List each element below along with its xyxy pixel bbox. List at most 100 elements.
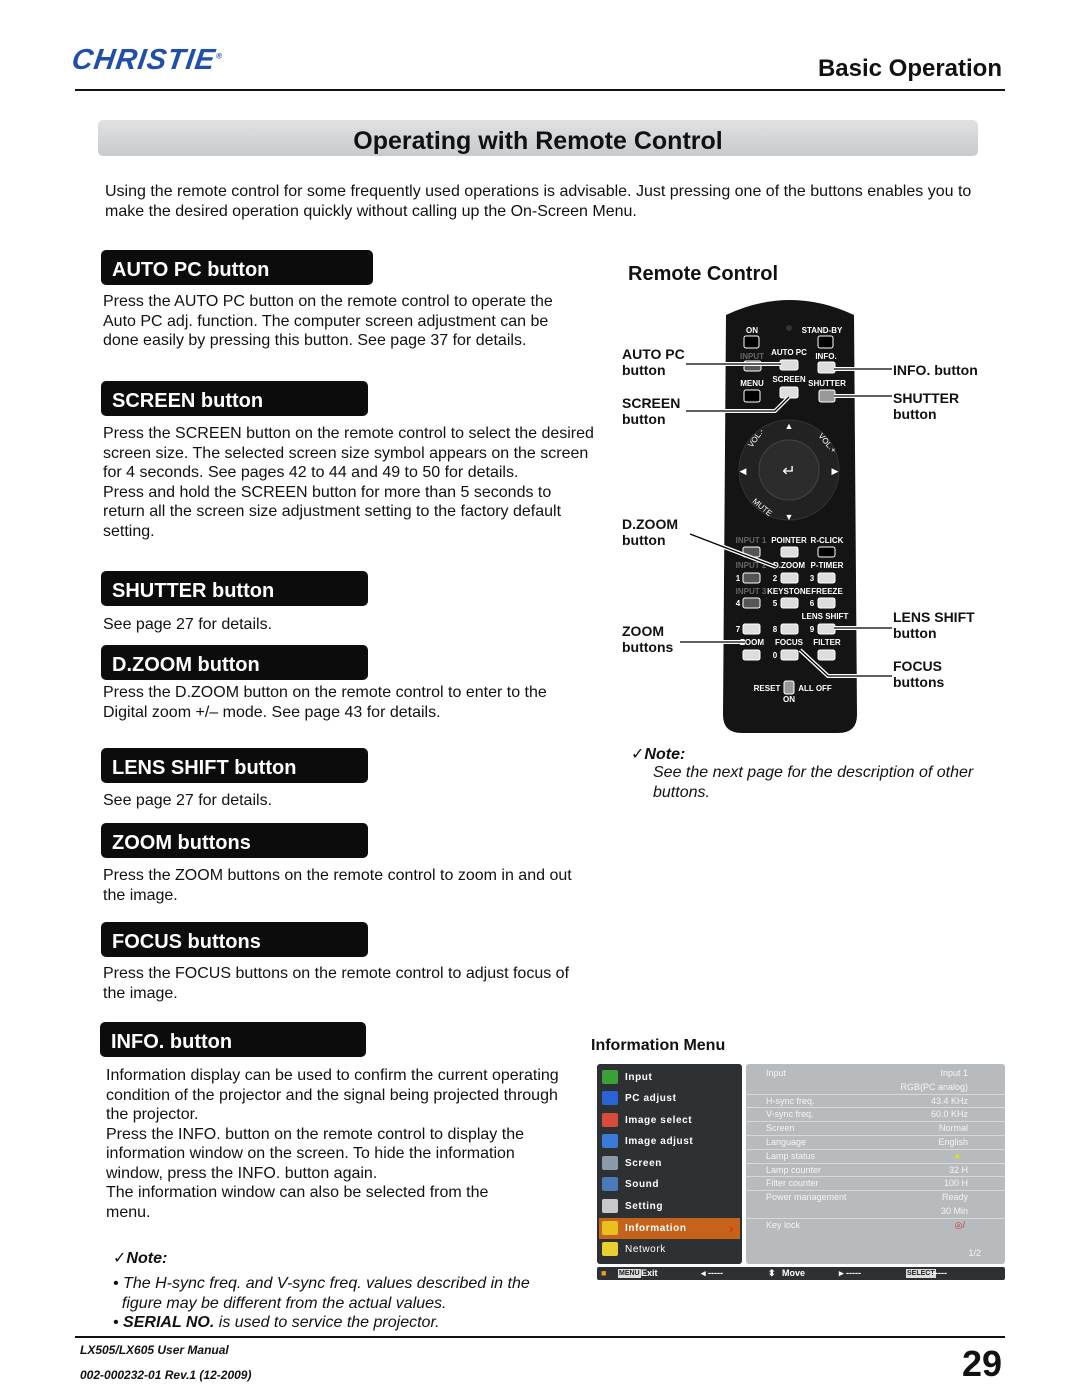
key-label: INFO. [815,352,836,361]
key-label: FREEZE [811,587,843,596]
screen-button [779,386,799,399]
footer-divider [75,1336,1005,1338]
callout-text: button [622,362,666,378]
key-label: FILTER [813,638,841,647]
shutter-button [818,389,836,403]
line: information window on the screen. To hid… [106,1145,515,1162]
info-text: Information display can be used to confi… [106,1066,559,1222]
zoom-text: Press the ZOOM buttons on the remote con… [103,866,572,905]
menu-item-input[interactable]: Input [599,1067,740,1088]
info-value: Input 1 [940,1068,968,1078]
check-icon: ✓ [631,746,645,763]
menu-label: Sound [625,1179,660,1190]
focus-text: Press the FOCUS buttons on the remote co… [103,964,569,1003]
callout-text: button [893,625,937,641]
select-label: ----- [932,1268,947,1278]
info-note-bullet-1: • The H-sync freq. and V-sync freq. valu… [113,1275,530,1312]
callout-zoom: ZOOM buttons [622,623,673,655]
up-down-icon: ⬍ [768,1268,776,1278]
line: the image. [103,984,178,1002]
right-label: ----- [846,1268,861,1278]
menu-button [743,389,761,403]
line: the projector. [106,1106,199,1123]
callout-screen: SCREEN button [622,395,680,427]
line: Press the FOCUS buttons on the remote co… [103,965,570,982]
bullet-bold: SERIAL NO. [123,1314,215,1331]
menu-label: Image adjust [625,1136,694,1147]
info-menu-title: Information Menu [591,1037,726,1054]
bullet-text: figure may be different from the actual … [121,1294,447,1312]
key-label: INPUT [740,352,764,361]
footer-manual: LX505/LX605 User Manual [80,1343,229,1357]
line: condition of the projector and the signa… [106,1086,558,1104]
key-label: 5 [773,599,778,608]
key-label: 0 [773,651,778,660]
menu-key: MENU [618,1269,641,1278]
callout-dzoom: D.ZOOM button [622,516,678,548]
callout-lens-shift: LENS SHIFT button [893,609,975,641]
left-arrow-icon: ◀ [740,466,747,476]
menu-item-network[interactable]: Network [599,1239,740,1260]
chevron-right-icon: › [729,1221,734,1236]
key-label: POINTER [771,536,807,545]
info-key: Input [766,1068,787,1078]
line: Information display can be used to confi… [106,1067,559,1084]
info-value: English [938,1137,968,1147]
callout-shutter: SHUTTER button [893,390,959,422]
callout-text: buttons [622,639,674,655]
key-label: SHUTTER [808,379,846,388]
key-label: 3 [810,574,815,583]
tools-icon [602,1199,618,1213]
menu-item-image-select[interactable]: Image select [599,1110,740,1131]
line: See page 27 for details. [103,792,273,809]
menu-item-image-adjust[interactable]: Image adjust [599,1131,740,1152]
right-arrow-icon: ▸ [839,1268,844,1278]
key-label: SCREEN [772,375,806,384]
info-row: Filter counter 100 H [746,1177,1005,1192]
key-label: R-CLICK [811,536,844,545]
info-row: H-sync freq. 43.4 KHz [746,1095,1005,1109]
on-button [743,335,760,349]
menu-item-screen[interactable]: Screen [599,1153,740,1174]
info-button [817,361,836,374]
key-label: KEYSTONE [767,587,812,596]
bullet-text: is used to service the projector. [214,1314,440,1331]
line: menu. [106,1203,151,1221]
key-label: 2 [773,574,778,583]
line: the image. [103,886,178,904]
ir-led [786,325,792,331]
info-value: 30 Min [940,1206,968,1216]
focus-heading: FOCUS buttons [101,922,368,957]
key-label: STAND-BY [802,326,843,335]
remote-note-text: See the next page for the description of… [653,763,973,802]
bullet-text: The H-sync freq. and V-sync freq. values… [123,1275,530,1292]
info-key: Power management [766,1192,847,1203]
info-key: Key lock [766,1219,801,1230]
menu-item-information[interactable]: Information › [599,1218,740,1239]
line: window, press the INFO. button again. [106,1164,378,1182]
menu-guide-bar: ■ MENU Exit ◂ ----- ⬍ Move ▸ ----- SELECT -… [597,1267,1005,1280]
speaker-icon [602,1177,618,1191]
key-label: AUTO PC [771,348,807,357]
lamp-icon: ● [954,1150,960,1161]
info-key: Screen [766,1123,795,1134]
info-row: Lamp status ● [746,1150,1005,1164]
key-label: P-TIMER [811,561,844,570]
key-label: FOCUS [775,638,804,647]
left-label: ----- [708,1268,723,1278]
key-label: 4 [736,599,741,608]
menu-item-sound[interactable]: Sound [599,1174,740,1195]
info-row: Language English [746,1136,1005,1150]
exit-label: Exit [641,1268,658,1278]
info-heading: INFO. button [100,1022,366,1057]
menu-label: PC adjust [625,1093,677,1104]
footer-doc-number: 002-000232-01 Rev.1 (12-2009) [80,1368,252,1382]
callout-text: ZOOM [622,623,664,639]
menu-item-setting[interactable]: Setting [599,1196,740,1217]
callout-text: FOCUS [893,658,942,674]
line: Press the INFO. button on the remote con… [106,1125,524,1143]
key-label: ALL OFF [798,684,832,693]
menu-item-pc-adjust[interactable]: PC adjust [599,1088,740,1109]
info-note-title: ✓Note: [113,1249,167,1269]
callout-auto-pc: AUTO PC button [622,346,685,378]
